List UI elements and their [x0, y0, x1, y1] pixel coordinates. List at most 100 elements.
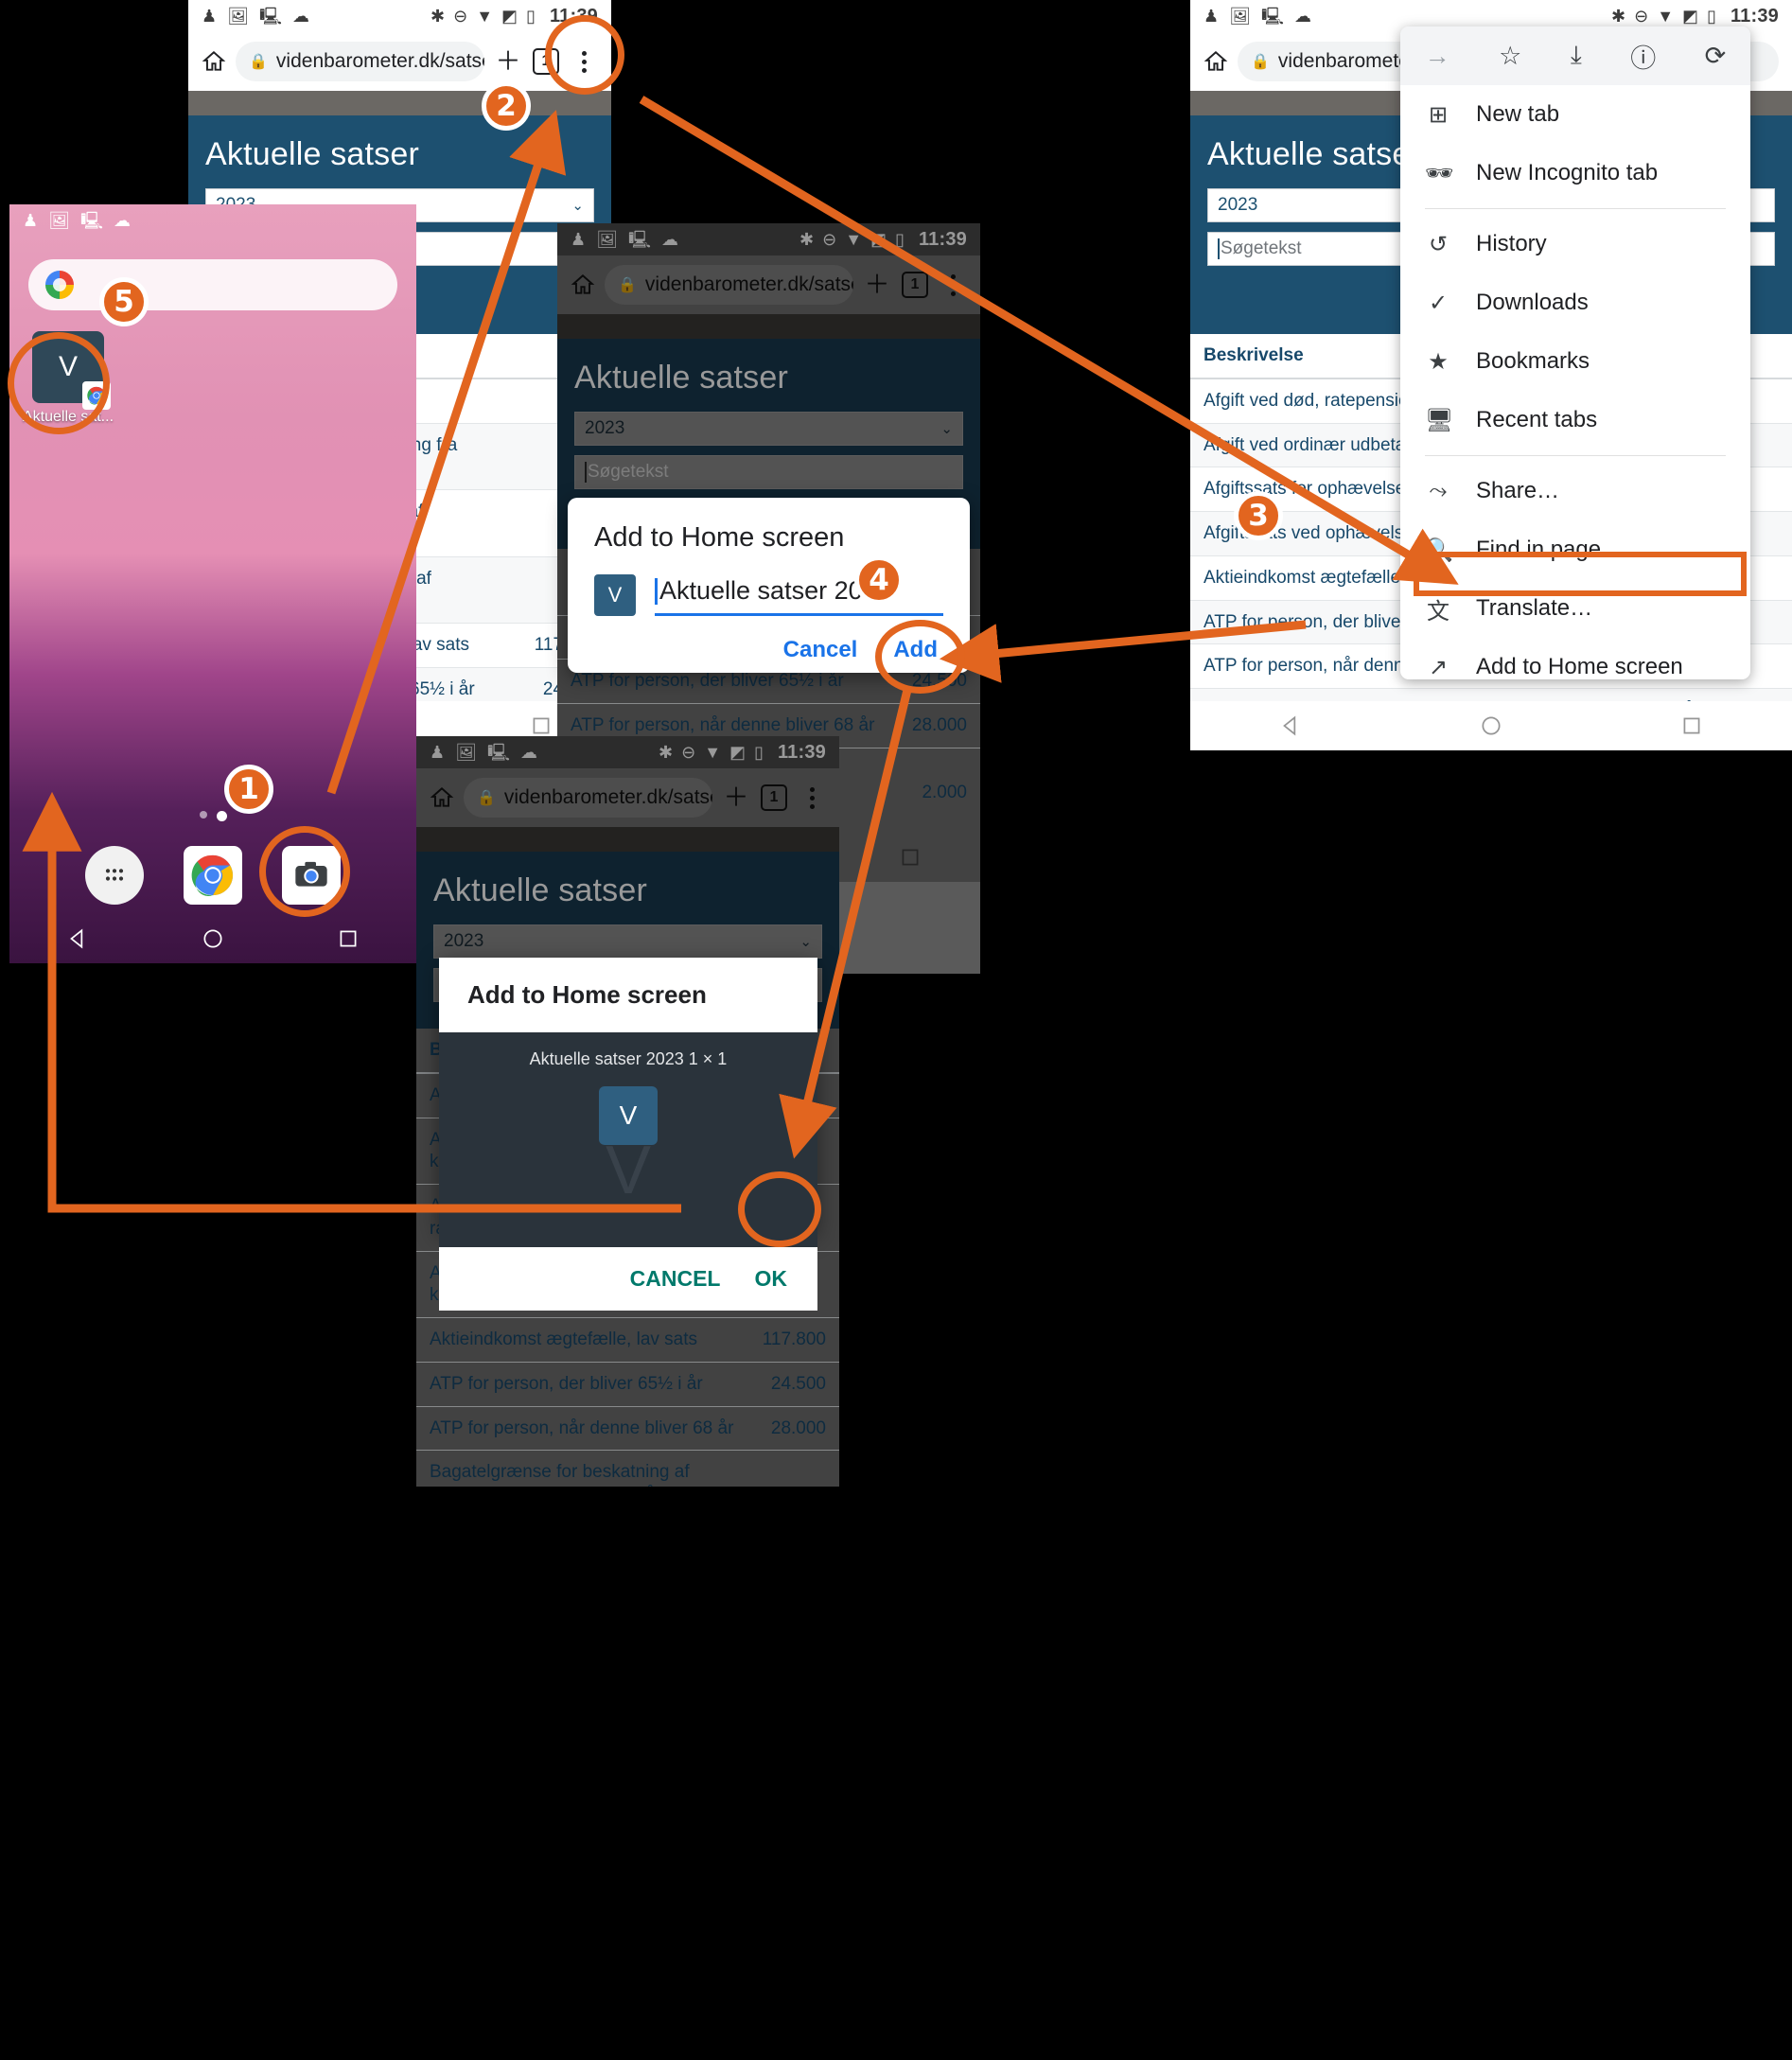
ok-button[interactable]: OK	[755, 1266, 788, 1292]
table-row: Bagatelgrænse for beskatning af realiser…	[416, 1450, 839, 1487]
menu-item-downloads[interactable]: ✓ Downloads	[1400, 273, 1750, 332]
search-placeholder: Søgetekst	[588, 462, 669, 482]
widget-dialog-actions: CANCEL OK	[439, 1247, 817, 1311]
dialog-title: Add to Home screen	[594, 522, 845, 553]
status-bar-right-icons: ✱ ⊖ ▼ ◩ ▯ 11:39	[659, 742, 826, 764]
dnd-icon: ⊖	[681, 743, 696, 762]
status-bar-clock: 11:39	[918, 228, 967, 250]
page-info-icon[interactable]: ⓘ	[1630, 38, 1656, 75]
page-indicator-dots	[9, 811, 416, 821]
url-bar[interactable]: 🔒 videnbarometer.dk/satse	[464, 778, 712, 818]
tab-switcher-button[interactable]: 1	[901, 272, 929, 298]
row-description: Bagatelgrænse for beskatning af realiser…	[416, 1450, 749, 1487]
status-bar-left-icons: ♟ 🖼 🖳 ☁	[430, 744, 537, 761]
menu-item-new-incognito-tab[interactable]: 🕶 New Incognito tab	[1400, 144, 1750, 202]
highlight-circle-add-button	[875, 620, 965, 694]
person-icon: ♟	[1203, 7, 1220, 26]
kebab-menu-icon[interactable]	[939, 273, 967, 296]
phone-screenshot-home-screen: ♟ 🖼 🖳 ☁ V Aktuelle sat...	[9, 204, 416, 963]
home-dock	[9, 846, 416, 905]
dnd-icon: ⊖	[453, 7, 468, 26]
row-value: 2.000	[748, 1450, 839, 1487]
highlight-circle-ok-button	[738, 1171, 821, 1247]
cancel-button[interactable]: Cancel	[783, 637, 858, 663]
home-icon[interactable]	[571, 273, 595, 297]
reload-icon[interactable]: ⟳	[1705, 42, 1727, 71]
android-nav-bar	[1190, 701, 1792, 750]
step-badge-4: 4	[854, 555, 904, 605]
recent-tabs-icon: 🖥	[1425, 407, 1454, 433]
cloud-icon: ☁	[520, 743, 538, 762]
bookmark-star-icon[interactable]: ☆	[1499, 42, 1521, 71]
kebab-menu-icon[interactable]	[798, 786, 826, 809]
url-bar[interactable]: 🔒 videnbarometer.dk/satse	[605, 265, 853, 305]
step-badge-1: 1	[224, 765, 273, 814]
monitor-icon: 🖳	[259, 7, 283, 26]
recents-button[interactable]	[898, 845, 922, 870]
menu-item-recent-tabs[interactable]: 🖥 Recent tabs	[1400, 391, 1750, 449]
browser-toolbar: 🔒 videnbarometer.dk/satse ＋ 1	[416, 768, 839, 827]
text-caret	[655, 577, 658, 605]
downloads-icon: ✓	[1428, 290, 1449, 316]
recents-button[interactable]	[1679, 713, 1704, 738]
new-tab-button[interactable]: ＋	[863, 272, 891, 298]
page-dot-active	[216, 811, 227, 821]
menu-item-share[interactable]: ⤳ Share…	[1400, 462, 1750, 520]
all-apps-icon[interactable]	[85, 846, 144, 905]
home-button[interactable]	[1479, 713, 1503, 738]
download-icon[interactable]: ⤓	[1571, 41, 1582, 71]
home-icon[interactable]	[202, 49, 226, 74]
translate-icon: 文	[1427, 598, 1449, 625]
year-value: 2023	[444, 931, 484, 951]
home-icon[interactable]	[430, 785, 454, 810]
cancel-button[interactable]: CANCEL	[630, 1266, 721, 1292]
image-icon: 🖼	[455, 743, 477, 762]
image-icon: 🖼	[227, 7, 249, 26]
year-value: 2023	[585, 418, 625, 438]
menu-item-new-tab[interactable]: ⊞ New tab	[1400, 85, 1750, 144]
home-button[interactable]	[201, 926, 225, 951]
android-nav-bar	[9, 914, 416, 963]
url-bar[interactable]: 🔒 videnbarometer.dk/satse	[236, 42, 484, 81]
tab-switcher-button[interactable]: 1	[760, 784, 788, 811]
back-button[interactable]	[1278, 713, 1303, 738]
recents-button[interactable]	[336, 926, 360, 951]
wifi-icon: ▼	[845, 230, 863, 249]
table-row: ATP for person, der bliver 65½ i år24.50…	[416, 1362, 839, 1407]
image-icon: 🖼	[1229, 7, 1251, 26]
menu-item-label: New Incognito tab	[1476, 160, 1659, 185]
menu-item-add-to-home-screen[interactable]: ↗ Add to Home screen	[1400, 638, 1750, 679]
home-icon[interactable]	[1203, 49, 1228, 74]
page-dot	[199, 811, 207, 819]
incognito-icon: 🕶	[1425, 160, 1454, 186]
star-filled-icon: ★	[1428, 348, 1449, 375]
new-tab-button[interactable]: ＋	[722, 784, 750, 811]
tab-count: 1	[902, 272, 928, 298]
phone-screenshot-chrome-menu: ♟ 🖼 🖳 ☁ ✱ ⊖ ▼ ◩ ▯ 11:39 🔒 videnbarometer…	[1190, 0, 1792, 750]
back-button[interactable]	[65, 926, 90, 951]
search-input[interactable]: Søgetekst	[574, 455, 963, 489]
status-bar-clock: 11:39	[777, 741, 826, 763]
lock-icon: 🔒	[618, 277, 637, 293]
status-bar-left-icons: ♟ 🖼 🖳 ☁	[1203, 8, 1311, 25]
share-icon: ⤳	[1429, 478, 1448, 503]
row-value: 2.000	[889, 748, 980, 838]
recents-button[interactable]	[529, 713, 553, 738]
row-description: ATP for person, når denne bliver 68 år	[416, 1406, 749, 1452]
lock-icon: 🔒	[477, 790, 496, 806]
status-bar-left-icons: ♟ 🖼 🖳 ☁	[571, 231, 678, 248]
highlight-rect-add-to-home-screen	[1414, 552, 1747, 596]
google-search-widget[interactable]	[28, 259, 397, 310]
year-select[interactable]: 2023 ⌄	[433, 924, 822, 959]
url-text: videnbarometer.dk/satse	[644, 273, 853, 295]
year-select[interactable]: 2023 ⌄	[574, 412, 963, 446]
status-bar: ♟ 🖼 🖳 ☁ ✱ ⊖ ▼ ◩ ▯ 11:39	[188, 0, 611, 32]
forward-arrow-icon[interactable]: →	[1425, 42, 1450, 71]
monitor-icon: 🖳	[80, 211, 104, 230]
new-tab-button[interactable]: ＋	[494, 48, 522, 75]
tab-count: 1	[761, 784, 787, 811]
bluetooth-icon: ✱	[799, 230, 815, 249]
chrome-icon[interactable]	[184, 846, 242, 905]
menu-item-history[interactable]: ↺ History	[1400, 215, 1750, 273]
menu-item-bookmarks[interactable]: ★ Bookmarks	[1400, 332, 1750, 391]
